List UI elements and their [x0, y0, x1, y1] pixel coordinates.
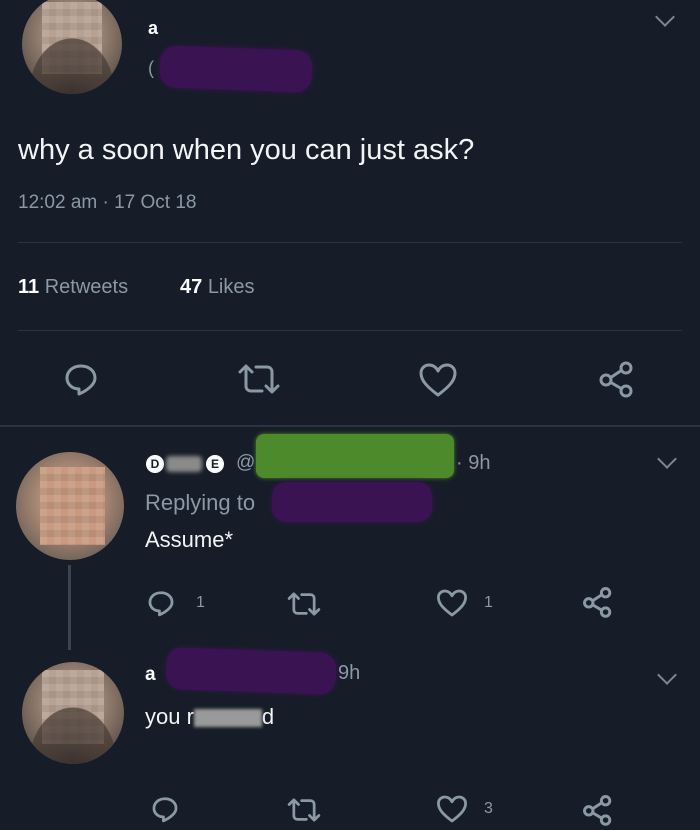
reply-text-end: d	[261, 704, 275, 729]
avatar[interactable]	[22, 0, 122, 94]
replying-to-label: Replying to	[145, 490, 256, 515]
redacted-reply-target	[272, 482, 432, 522]
retweet-icon[interactable]	[286, 796, 322, 824]
more-options-chevron-icon[interactable]	[657, 665, 677, 685]
avatar-hair	[22, 29, 122, 94]
more-options-chevron-icon[interactable]	[655, 7, 675, 27]
pixelated-face	[39, 467, 105, 545]
reply-text: you r d	[145, 704, 274, 730]
censored-word	[193, 709, 262, 728]
redacted-name	[166, 456, 202, 472]
reply-icon[interactable]	[146, 588, 176, 618]
retweets-stat[interactable]: 11 Retweets	[18, 276, 128, 299]
reply-text-start: you r	[145, 704, 194, 729]
like-count: 1	[484, 594, 493, 611]
reply-time[interactable]: · 9h	[456, 452, 490, 475]
tweet-text: why a soon when you can just ask?	[18, 134, 475, 166]
redacted-handle	[256, 434, 454, 478]
reply-icon[interactable]	[150, 794, 180, 824]
reply-text: Assume*	[145, 527, 234, 552]
retweets-count: 11	[18, 276, 40, 298]
avatar-hair	[22, 697, 124, 764]
likes-label: Likes	[207, 276, 255, 298]
heart-icon[interactable]	[436, 588, 468, 618]
retweets-label: Retweets	[44, 276, 129, 298]
author-name[interactable]: a	[148, 18, 158, 39]
retweet-icon[interactable]	[286, 590, 322, 618]
redacted-handle	[165, 647, 337, 695]
heart-icon[interactable]	[418, 362, 458, 398]
avatar[interactable]	[16, 452, 124, 560]
redacted-handle	[159, 45, 313, 93]
reply-handle-prefix: @	[236, 452, 256, 473]
divider	[18, 330, 682, 331]
section-divider	[0, 425, 700, 427]
share-icon[interactable]	[582, 794, 614, 826]
retweet-icon[interactable]	[236, 362, 282, 396]
likes-count: 47	[180, 276, 203, 298]
name-badge-e: E	[206, 455, 224, 473]
more-options-chevron-icon[interactable]	[657, 449, 677, 469]
likes-stat[interactable]: 47 Likes	[180, 276, 255, 299]
name-badge-d: D	[146, 455, 164, 473]
heart-icon[interactable]	[436, 794, 468, 824]
reply-time[interactable]: 9h	[338, 662, 360, 685]
share-icon[interactable]	[582, 586, 614, 618]
divider	[18, 242, 682, 243]
author-name[interactable]: a	[145, 664, 156, 686]
reply-icon[interactable]	[62, 360, 100, 398]
thread-line	[68, 565, 71, 650]
share-icon[interactable]	[598, 360, 636, 398]
like-count: 3	[484, 800, 493, 817]
avatar[interactable]	[22, 662, 124, 764]
reply-count: 1	[196, 594, 205, 611]
tweet-timestamp[interactable]: 12:02 am · 17 Oct 18	[18, 192, 197, 214]
author-handle-prefix: (	[148, 58, 154, 78]
